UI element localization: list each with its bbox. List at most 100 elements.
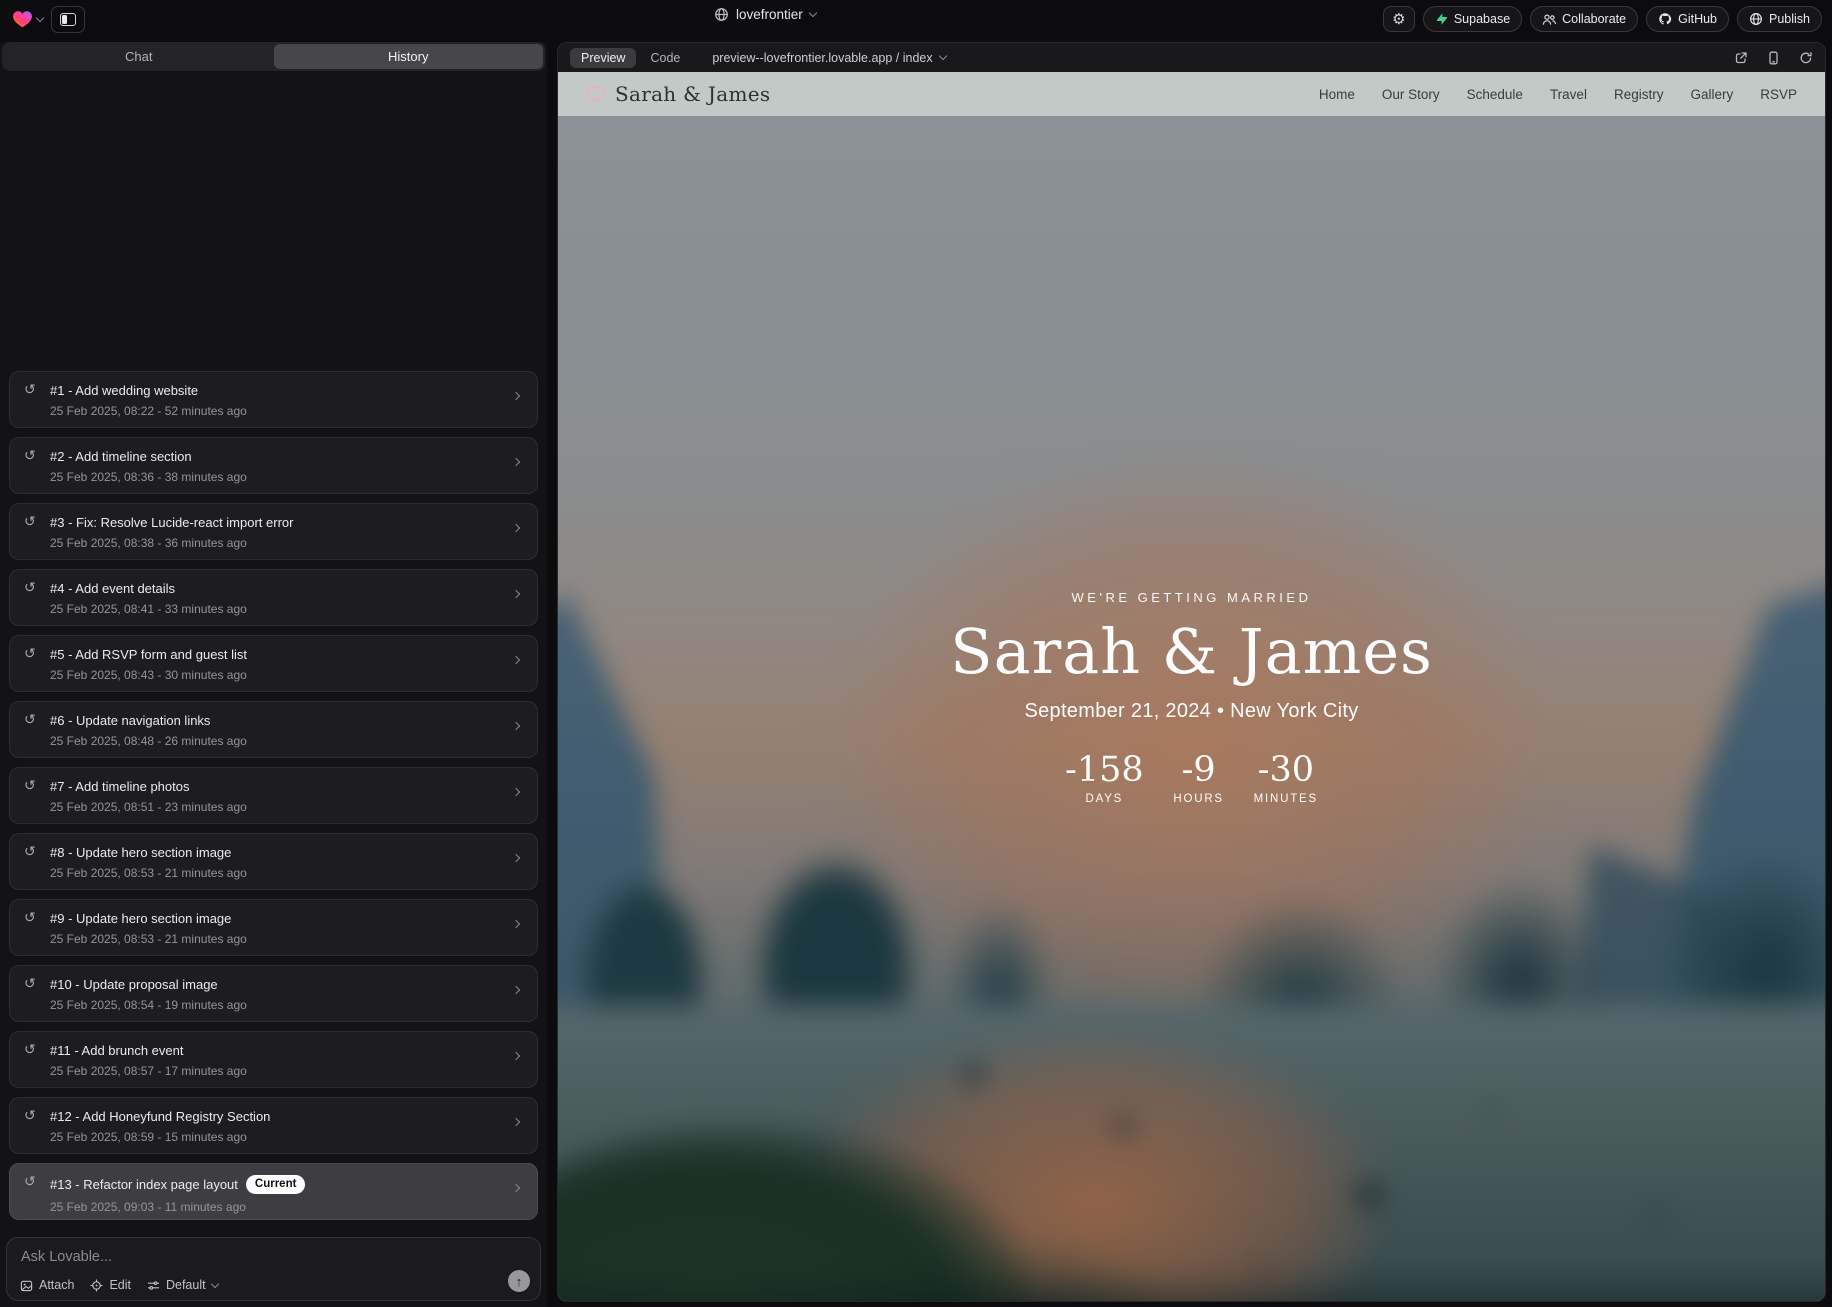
history-item[interactable]: ↺ #8 - Update hero section image 25 Feb … [9, 833, 538, 890]
panel-left-icon [60, 13, 76, 26]
history-item-timestamp: 25 Feb 2025, 08:54 - 19 minutes ago [50, 998, 503, 1012]
history-item-timestamp: 25 Feb 2025, 08:51 - 23 minutes ago [50, 800, 503, 814]
site-nav-link[interactable]: Registry [1614, 87, 1664, 102]
sidebar-toggle-button[interactable] [51, 6, 85, 33]
history-item-title: #3 - Fix: Resolve Lucide-react import er… [50, 515, 293, 530]
project-switcher[interactable]: lovefrontier [714, 7, 816, 22]
chevron-right-icon [512, 986, 520, 994]
chevron-right-icon [512, 458, 520, 466]
send-button[interactable]: ↑ [508, 1270, 530, 1292]
history-item-timestamp: 25 Feb 2025, 08:48 - 26 minutes ago [50, 734, 503, 748]
heart-outline-icon [586, 85, 606, 103]
globe-icon [714, 7, 729, 22]
app-topbar: lovefrontier ⚙ Supabase Collaborate [0, 0, 1832, 38]
hero-date-location: September 21, 2024 • New York City [558, 700, 1825, 723]
people-icon [1542, 13, 1556, 26]
sliders-icon [147, 1279, 160, 1292]
history-item-timestamp: 25 Feb 2025, 08:36 - 38 minutes ago [50, 470, 503, 484]
publish-globe-icon [1749, 12, 1763, 26]
mode-selector[interactable]: Default [147, 1278, 218, 1292]
history-item-title: #1 - Add wedding website [50, 383, 198, 398]
site-nav-link[interactable]: Our Story [1382, 87, 1440, 102]
tab-history[interactable]: History [274, 44, 544, 69]
site-logo-text: Sarah & James [615, 82, 770, 106]
history-item-timestamp: 25 Feb 2025, 08:59 - 15 minutes ago [50, 1130, 503, 1144]
history-item[interactable]: ↺ #9 - Update hero section image 25 Feb … [9, 899, 538, 956]
countdown-cell: -9 HOURS [1170, 753, 1228, 805]
project-name: lovefrontier [736, 7, 803, 22]
site-nav-link[interactable]: Home [1319, 87, 1355, 102]
mobile-preview-button[interactable] [1767, 51, 1780, 65]
history-restore-icon: ↺ [24, 514, 36, 528]
ask-lovable-input[interactable] [21, 1249, 461, 1265]
collaborate-button[interactable]: Collaborate [1530, 6, 1638, 32]
chevron-right-icon [512, 1118, 520, 1126]
tab-code[interactable]: Code [646, 48, 684, 68]
chevron-right-icon [512, 1184, 520, 1192]
open-in-new-window-button[interactable] [1734, 51, 1748, 65]
supabase-button[interactable]: Supabase [1423, 6, 1522, 32]
edit-button[interactable]: Edit [90, 1278, 131, 1292]
history-restore-icon: ↺ [24, 712, 36, 726]
lovable-heart-icon [12, 10, 33, 29]
attach-label: Attach [39, 1278, 74, 1292]
publish-label: Publish [1769, 12, 1810, 26]
history-item[interactable]: ↺ #7 - Add timeline photos 25 Feb 2025, … [9, 767, 538, 824]
attach-image-icon [20, 1279, 33, 1292]
chevron-right-icon [512, 656, 520, 664]
preview-url[interactable]: preview--lovefrontier.lovable.app / inde… [712, 51, 945, 65]
history-item[interactable]: ↺ #4 - Add event details 25 Feb 2025, 08… [9, 569, 538, 626]
history-item-title: #8 - Update hero section image [50, 845, 231, 860]
chevron-right-icon [512, 920, 520, 928]
chevron-right-icon [512, 590, 520, 598]
chevron-right-icon [512, 722, 520, 730]
tab-chat[interactable]: Chat [4, 44, 274, 69]
attach-button[interactable]: Attach [20, 1278, 74, 1292]
history-item-title: #12 - Add Honeyfund Registry Section [50, 1109, 270, 1124]
history-item-title: #9 - Update hero section image [50, 911, 231, 926]
history-item[interactable]: ↺ #11 - Add brunch event 25 Feb 2025, 08… [9, 1031, 538, 1088]
site-nav-link[interactable]: Gallery [1690, 87, 1733, 102]
gear-icon: ⚙ [1392, 12, 1405, 27]
history-item[interactable]: ↺ #3 - Fix: Resolve Lucide-react import … [9, 503, 538, 560]
settings-button[interactable]: ⚙ [1383, 6, 1415, 32]
history-restore-icon: ↺ [24, 580, 36, 594]
history-item-timestamp: 25 Feb 2025, 08:41 - 33 minutes ago [50, 602, 503, 616]
chat-composer: Attach Edit Default [6, 1237, 541, 1301]
history-item-timestamp: 25 Feb 2025, 08:57 - 17 minutes ago [50, 1064, 503, 1078]
site-nav-link[interactable]: RSVP [1760, 87, 1797, 102]
history-item[interactable]: ↺ #13 - Refactor index page layout Curre… [9, 1163, 538, 1220]
history-item-title: #13 - Refactor index page layout [50, 1177, 238, 1192]
countdown-label: DAYS [1065, 793, 1144, 805]
countdown-label: HOURS [1170, 793, 1228, 805]
site-logo[interactable]: Sarah & James [586, 82, 770, 106]
history-restore-icon: ↺ [24, 844, 36, 858]
refresh-button[interactable] [1799, 51, 1813, 65]
hero-eyebrow: WE'RE GETTING MARRIED [558, 590, 1825, 605]
history-item-title: #5 - Add RSVP form and guest list [50, 647, 247, 662]
site-nav-link[interactable]: Travel [1550, 87, 1587, 102]
history-item[interactable]: ↺ #6 - Update navigation links 25 Feb 20… [9, 701, 538, 758]
countdown: -158 DAYS -9 HOURS -30 MINUTES [558, 753, 1825, 805]
site-nav-link[interactable]: Schedule [1467, 87, 1523, 102]
history-item[interactable]: ↺ #5 - Add RSVP form and guest list 25 F… [9, 635, 538, 692]
countdown-cell: -30 MINUTES [1254, 753, 1318, 805]
history-item[interactable]: ↺ #2 - Add timeline section 25 Feb 2025,… [9, 437, 538, 494]
tab-preview[interactable]: Preview [570, 48, 636, 68]
hero-section: WE'RE GETTING MARRIED Sarah & James Sept… [558, 590, 1825, 805]
countdown-value: -158 [1065, 753, 1144, 788]
github-button[interactable]: GitHub [1646, 6, 1729, 32]
history-restore-icon: ↺ [24, 976, 36, 990]
publish-button[interactable]: Publish [1737, 6, 1822, 32]
history-item-title: #7 - Add timeline photos [50, 779, 189, 794]
chat-history-sidebar: Chat History ↺ #1 - Add wedding website … [0, 42, 547, 1307]
history-restore-icon: ↺ [24, 448, 36, 462]
history-item[interactable]: ↺ #1 - Add wedding website 25 Feb 2025, … [9, 371, 538, 428]
history-item[interactable]: ↺ #12 - Add Honeyfund Registry Section 2… [9, 1097, 538, 1154]
history-item-timestamp: 25 Feb 2025, 08:53 - 21 minutes ago [50, 932, 503, 946]
history-item[interactable]: ↺ #10 - Update proposal image 25 Feb 202… [9, 965, 538, 1022]
history-restore-icon: ↺ [24, 1108, 36, 1122]
lovable-logo-menu[interactable] [12, 10, 43, 29]
history-restore-icon: ↺ [24, 646, 36, 660]
history-item-title: #6 - Update navigation links [50, 713, 210, 728]
